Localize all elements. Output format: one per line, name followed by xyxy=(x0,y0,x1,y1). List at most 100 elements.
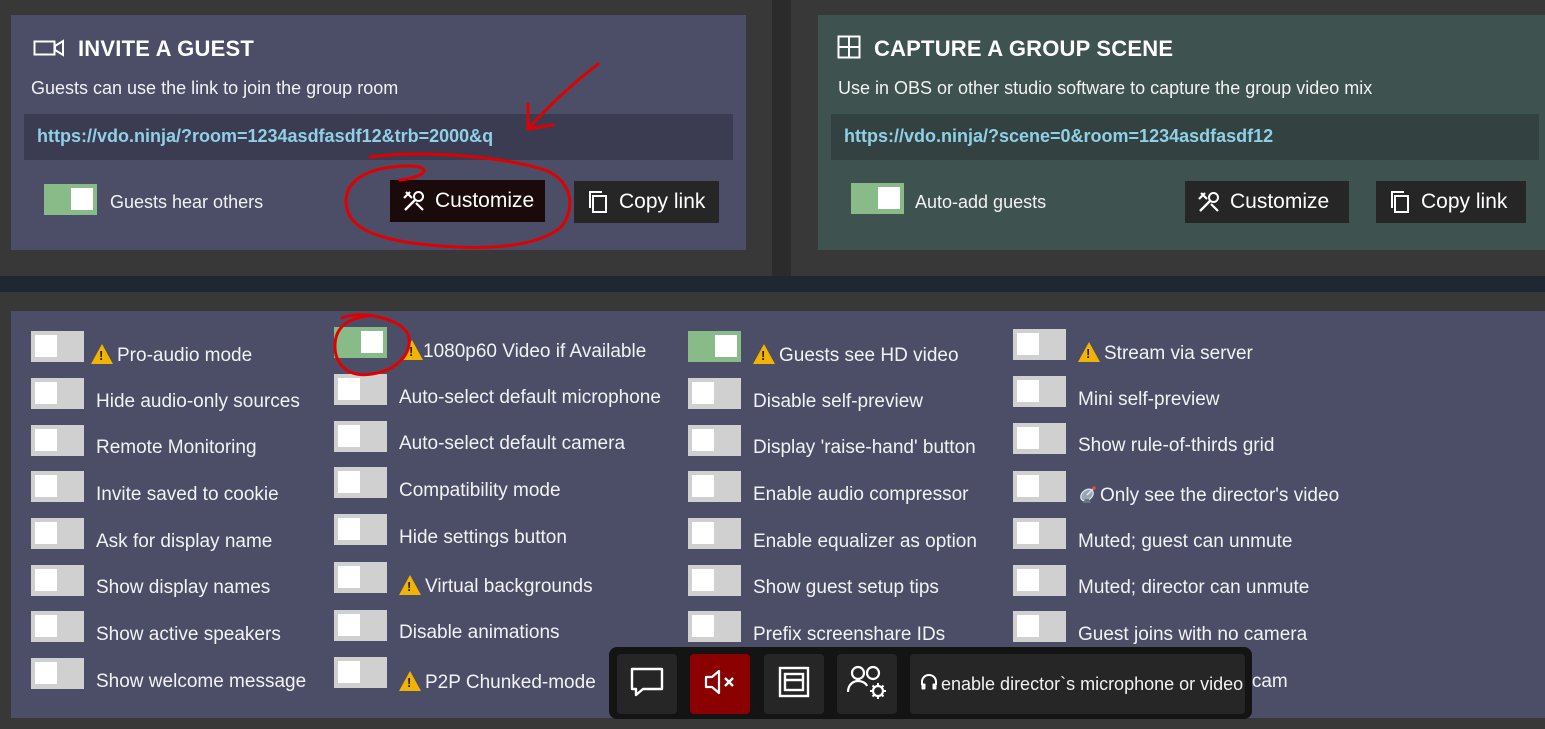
prefix-screenshare-toggle[interactable] xyxy=(688,611,741,642)
disable-self-preview-toggle[interactable] xyxy=(688,378,741,409)
welcome-message-label: Show welcome message xyxy=(96,671,307,692)
enable-director-av-button[interactable]: enable director`s microphone or video xyxy=(910,654,1245,714)
raise-hand-label: Display 'raise-hand' button xyxy=(753,437,976,458)
guests-hd-video-toggle[interactable] xyxy=(688,331,741,362)
warning-icon xyxy=(1078,342,1100,362)
warning-icon xyxy=(401,340,423,360)
pro-audio-label: Pro-audio mode xyxy=(91,344,252,367)
stream-via-server-toggle[interactable] xyxy=(1013,329,1066,360)
show-display-names-toggle[interactable] xyxy=(31,565,84,596)
mute-speaker-button[interactable] xyxy=(690,654,750,714)
auto-select-camera-toggle[interactable] xyxy=(334,421,387,452)
compatibility-mode-label: Compatibility mode xyxy=(399,480,561,501)
auto-select-mic-label: Auto-select default microphone xyxy=(399,387,661,408)
ask-display-name-label: Ask for display name xyxy=(96,531,273,552)
auto-add-guests-label: Auto-add guests xyxy=(915,192,1047,212)
scene-title: CAPTURE A GROUP SCENE xyxy=(874,36,1174,61)
muted-guest-unmute-toggle[interactable] xyxy=(1013,518,1066,549)
scene-customize-label: Customize xyxy=(1230,190,1330,213)
active-speakers-toggle[interactable] xyxy=(31,611,84,642)
invite-link[interactable]: https://vdo.ninja/?room=1234asdfasdf12&t… xyxy=(24,114,733,160)
prefix-screenshare-label: Prefix screenshare IDs xyxy=(753,624,946,645)
no-camera-toggle[interactable] xyxy=(1013,611,1066,642)
divider-band xyxy=(0,276,1545,292)
warning-icon xyxy=(399,671,421,691)
disable-animations-toggle[interactable] xyxy=(334,610,387,641)
layout-button[interactable] xyxy=(764,654,824,714)
guest-setup-tips-toggle[interactable] xyxy=(688,565,741,596)
audio-compressor-toggle[interactable] xyxy=(688,471,741,502)
scene-copy-link-button[interactable]: Copy link xyxy=(1376,181,1526,223)
only-director-video-toggle[interactable] xyxy=(1013,471,1066,502)
active-speakers-label: Show active speakers xyxy=(96,624,281,645)
invite-title: INVITE A GUEST xyxy=(78,36,254,61)
scene-customize-button[interactable]: Customize xyxy=(1185,181,1349,223)
audio-compressor-label: Enable audio compressor xyxy=(753,484,969,505)
muted-director-unmute-label: Muted; director can unmute xyxy=(1078,577,1310,598)
warning-icon xyxy=(399,575,421,595)
disable-animations-label: Disable animations xyxy=(399,622,560,643)
invite-guest-card: INVITE A GUEST Guests can use the link t… xyxy=(11,15,746,250)
1080p60-label: 1080p60 Video if Available xyxy=(401,340,646,363)
video-camera-icon xyxy=(33,37,65,64)
invite-copy-link-button[interactable]: Copy link xyxy=(574,181,719,223)
muted-guest-unmute-label: Muted; guest can unmute xyxy=(1078,531,1293,552)
invite-customize-label: Customize xyxy=(435,189,535,212)
auto-select-mic-toggle[interactable] xyxy=(334,374,387,405)
compatibility-mode-toggle[interactable] xyxy=(334,467,387,498)
auto-add-guests-toggle[interactable] xyxy=(851,183,904,214)
invite-description: Guests can use the link to join the grou… xyxy=(31,78,399,98)
scene-link[interactable]: https://vdo.ninja/?scene=0&room=1234asdf… xyxy=(831,114,1539,160)
hide-audio-only-toggle[interactable] xyxy=(31,378,84,409)
show-display-names-label: Show display names xyxy=(96,577,271,598)
invite-copy-link-label: Copy link xyxy=(619,190,706,213)
p2p-chunked-toggle[interactable] xyxy=(334,657,387,688)
invite-customize-button[interactable]: Customize xyxy=(390,180,545,222)
guests-hd-video-label: Guests see HD video xyxy=(753,344,959,367)
virtual-backgrounds-toggle[interactable] xyxy=(334,562,387,593)
invite-cookie-toggle[interactable] xyxy=(31,471,84,502)
capture-group-scene-card: CAPTURE A GROUP SCENE Use in OBS or othe… xyxy=(818,15,1545,250)
group-settings-icon xyxy=(846,664,888,705)
invite-cookie-label: Invite saved to cookie xyxy=(96,484,279,505)
scene-description: Use in OBS or other studio software to c… xyxy=(838,78,1373,98)
chat-icon xyxy=(629,666,665,703)
raise-hand-toggle[interactable] xyxy=(688,425,741,456)
only-director-video-label: Only see the director's video xyxy=(1078,484,1339,510)
auto-select-camera-label: Auto-select default camera xyxy=(399,433,626,454)
equalizer-toggle[interactable] xyxy=(688,518,741,549)
guests-hear-others-toggle[interactable] xyxy=(44,184,97,215)
hide-audio-only-label: Hide audio-only sources xyxy=(96,391,300,412)
muted-director-unmute-toggle[interactable] xyxy=(1013,565,1066,596)
copy-icon xyxy=(1388,190,1412,214)
headphones-icon xyxy=(920,673,938,696)
remote-monitoring-toggle[interactable] xyxy=(31,425,84,456)
mini-self-preview-label: Mini self-preview xyxy=(1078,389,1220,410)
mini-self-preview-toggle[interactable] xyxy=(1013,376,1066,407)
grid-icon xyxy=(837,35,861,64)
warning-icon xyxy=(753,344,775,364)
hide-settings-label: Hide settings button xyxy=(399,527,567,548)
disable-self-preview-label: Disable self-preview xyxy=(753,391,924,412)
rule-of-thirds-label: Show rule-of-thirds grid xyxy=(1078,435,1275,456)
remote-monitoring-label: Remote Monitoring xyxy=(96,437,257,458)
guests-hear-others-label: Guests hear others xyxy=(110,192,264,212)
copy-icon xyxy=(586,190,610,214)
guest-setup-tips-label: Show guest setup tips xyxy=(753,577,939,598)
tools-icon xyxy=(402,189,426,213)
pro-audio-toggle[interactable] xyxy=(31,331,84,362)
no-camera-label: Guest joins with no camera xyxy=(1078,624,1308,645)
chat-button[interactable] xyxy=(617,654,677,714)
stream-via-server-label: Stream via server xyxy=(1078,342,1253,365)
welcome-message-toggle[interactable] xyxy=(31,658,84,689)
p2p-chunked-label: P2P Chunked-mode xyxy=(399,671,596,694)
hide-settings-toggle[interactable] xyxy=(334,514,387,545)
1080p60-toggle[interactable] xyxy=(334,327,387,358)
group-settings-button[interactable] xyxy=(837,654,897,714)
rule-of-thirds-toggle[interactable] xyxy=(1013,423,1066,454)
enable-director-av-label: enable director`s microphone or video xyxy=(941,673,1244,694)
satellite-icon xyxy=(1078,484,1100,510)
ask-display-name-toggle[interactable] xyxy=(31,518,84,549)
scene-copy-link-label: Copy link xyxy=(1421,190,1508,213)
tools-icon xyxy=(1197,190,1221,214)
